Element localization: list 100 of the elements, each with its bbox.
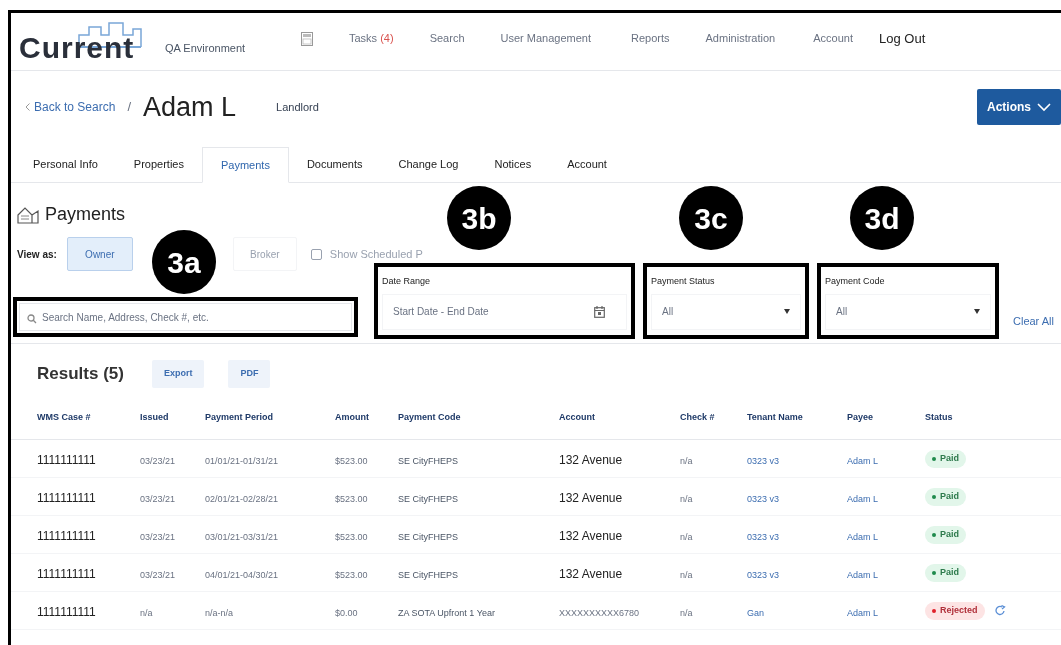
tab[interactable]: Documents <box>288 146 381 182</box>
column-header: Status <box>925 410 954 424</box>
back-link[interactable]: Back to Search <box>25 98 116 116</box>
table-cell: n/a-n/a <box>205 607 234 618</box>
field-label: Date Range <box>382 275 431 288</box>
column-header: Amount <box>335 410 370 424</box>
table-link[interactable]: Adam L <box>847 569 879 580</box>
landlord-name: Adam L <box>143 90 237 124</box>
table-cell: 02/01/21-02/28/21 <box>205 493 279 504</box>
nav-link[interactable]: User Management <box>500 30 591 47</box>
column-header: Payment Period <box>205 410 275 424</box>
table-cell: 1111111111 <box>37 566 96 581</box>
column-header: WMS Case # <box>37 410 92 424</box>
table-cell: $523.00 <box>335 455 368 466</box>
calendar-icon[interactable] <box>594 305 605 318</box>
table-cell: 03/23/21 <box>140 455 176 466</box>
checkbox[interactable] <box>310 248 322 260</box>
callout-marker: 3b <box>447 186 511 250</box>
table-cell: 132 Avenue <box>559 566 623 581</box>
role-label: Landlord <box>276 99 319 115</box>
nav-link[interactable]: Log Out <box>879 28 926 49</box>
calculator-icon[interactable] <box>301 31 313 46</box>
status-badge: Paid <box>925 449 966 468</box>
table-link[interactable]: Adam L <box>847 531 879 542</box>
chevron-left-icon <box>25 103 30 111</box>
nav-link[interactable]: Search <box>429 30 465 47</box>
table-cell: 1111111111 <box>37 528 96 543</box>
checkbox-label: Show Scheduled P <box>329 246 423 262</box>
results-title: Results (5) <box>37 363 124 386</box>
tab[interactable]: Payments <box>201 147 289 183</box>
view-as-option[interactable]: Owner <box>66 237 133 271</box>
search-field[interactable]: Search Name, Address, Check #, etc. <box>19 303 352 331</box>
column-header: Issued <box>140 410 170 424</box>
tab[interactable]: Account <box>549 146 625 182</box>
table-cell: 132 Avenue <box>559 528 623 543</box>
refresh-icon[interactable] <box>994 605 1006 616</box>
table-cell: SE CityFHEPS <box>398 455 458 466</box>
table-cell: SE CityFHEPS <box>398 569 458 580</box>
table-cell: $523.00 <box>335 531 368 542</box>
tab[interactable]: Notices <box>476 146 550 182</box>
table-cell: n/a <box>680 455 693 466</box>
table-cell: SE CityFHEPS <box>398 531 458 542</box>
section-title: Payments <box>45 203 126 226</box>
table-link[interactable]: Adam L <box>847 607 879 618</box>
table-cell: XXXXXXXXXX6780 <box>559 607 640 618</box>
table-cell: ZA SOTA Upfront 1 Year <box>398 607 495 618</box>
date-range-field[interactable]: Start Date - End Date <box>382 293 627 330</box>
status-badge: Paid <box>925 563 966 582</box>
table-link[interactable]: Gan <box>747 607 764 618</box>
table-cell: $523.00 <box>335 493 368 504</box>
column-header: Tenant Name <box>747 410 804 424</box>
table-cell: n/a <box>680 607 693 618</box>
actions-button[interactable]: Actions <box>977 89 1061 125</box>
table-link[interactable]: Adam L <box>847 455 879 466</box>
payment-status-dropdown[interactable]: All <box>651 293 801 330</box>
search-icon <box>27 314 37 324</box>
table-link[interactable]: 0323 v3 <box>747 531 780 542</box>
chevron-down-icon <box>1037 102 1051 112</box>
table-cell: n/a <box>140 607 153 618</box>
column-header: Payee <box>847 410 875 424</box>
table-cell: 1111111111 <box>37 604 96 619</box>
callout-marker: 3d <box>850 186 914 250</box>
table-link[interactable]: 0323 v3 <box>747 493 780 504</box>
table-cell: SE CityFHEPS <box>398 493 458 504</box>
logo[interactable]: Current <box>19 20 151 63</box>
callout-marker: 3a <box>152 230 216 294</box>
status-badge: Paid <box>925 487 966 506</box>
tab[interactable]: Change Log <box>380 146 477 182</box>
table-cell: 03/23/21 <box>140 531 176 542</box>
table-cell: n/a <box>680 569 693 580</box>
view-as-label: View as: <box>17 247 57 262</box>
clear-all-link[interactable]: Clear All <box>1013 312 1054 329</box>
status-badge: Rejected <box>925 601 985 620</box>
environment-label: QA Environment <box>165 41 247 57</box>
table-cell: 04/01/21-04/30/21 <box>205 569 279 580</box>
status-badge: Paid <box>925 525 966 544</box>
table-cell: $0.00 <box>335 607 358 618</box>
table-link[interactable]: 0323 v3 <box>747 455 780 466</box>
results-button[interactable]: Export <box>151 360 205 388</box>
nav-link[interactable]: Tasks (4) <box>349 30 394 47</box>
table-cell: 03/23/21 <box>140 493 176 504</box>
dropdown-arrow-icon <box>784 309 790 314</box>
table-link[interactable]: Adam L <box>847 493 879 504</box>
tab[interactable]: Properties <box>115 146 202 182</box>
column-header: Payment Code <box>398 410 462 424</box>
nav-link[interactable]: Reports <box>631 30 670 47</box>
table-cell: 132 Avenue <box>559 490 623 505</box>
field-label: Payment Code <box>825 275 885 288</box>
nav-link[interactable]: Administration <box>705 30 776 47</box>
breadcrumb-separator: / <box>127 98 131 117</box>
results-button[interactable]: PDF <box>228 360 271 388</box>
column-header: Account <box>559 410 596 424</box>
table-cell: $523.00 <box>335 569 368 580</box>
table-cell: n/a <box>680 531 693 542</box>
tab[interactable]: Personal Info <box>15 146 116 182</box>
dropdown-arrow-icon <box>974 309 980 314</box>
table-cell: 1111111111 <box>37 452 96 467</box>
payment-code-dropdown[interactable]: All <box>825 293 991 330</box>
nav-link[interactable]: Account <box>813 30 853 47</box>
table-link[interactable]: 0323 v3 <box>747 569 780 580</box>
